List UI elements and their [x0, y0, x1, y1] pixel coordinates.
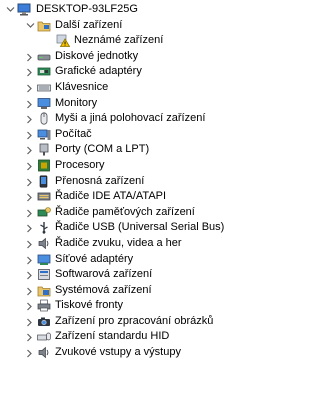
tree-item-label: Grafické adaptéry [55, 65, 142, 78]
printer-icon [37, 299, 51, 312]
tree-item-other-devices[interactable]: Další zařízení [0, 18, 289, 34]
tree-item-audio-io[interactable]: Zvukové vstupy a výstupy [0, 345, 289, 361]
chevron-right-icon[interactable] [25, 174, 35, 190]
tree-item-network-adapters[interactable]: Síťové adaptéry [0, 252, 289, 268]
tree-item-mice[interactable]: Myši a jiná polohovací zařízení [0, 111, 289, 127]
tree-item-label: Zvukové vstupy a výstupy [55, 346, 181, 359]
network-adapter-icon [37, 253, 51, 266]
tree-item-label: Porty (COM a LPT) [55, 143, 150, 156]
chevron-right-icon[interactable] [25, 64, 35, 80]
mouse-icon [37, 112, 51, 125]
tree-item-sound-controllers[interactable]: Řadiče zvuku, videa a her [0, 236, 289, 252]
chevron-right-icon[interactable] [25, 267, 35, 283]
chevron-right-icon[interactable] [25, 49, 35, 65]
tree-item-label: Zařízení standardu HID [55, 330, 170, 343]
tree-item-label: Řadiče USB (Universal Serial Bus) [55, 221, 225, 234]
tree-item-computer[interactable]: Počítač [0, 127, 289, 143]
storage-controller-icon [37, 206, 51, 219]
tree-item-portable-devices[interactable]: Přenosná zařízení [0, 174, 289, 190]
tree-item-label: Počítač [55, 127, 92, 140]
chevron-right-icon[interactable] [25, 329, 35, 345]
chevron-right-icon[interactable] [25, 220, 35, 236]
port-icon [37, 143, 51, 156]
tree-item-print-queues[interactable]: Tiskové fronty [0, 298, 289, 314]
computer-icon [37, 128, 51, 141]
tree-item-label: Řadiče zvuku, videa a her [55, 236, 182, 249]
tree-item-display-adapters[interactable]: Grafické adaptéry [0, 64, 289, 80]
tree-item-software-devices[interactable]: Softwarová zařízení [0, 267, 289, 283]
tree-item-label: Další zařízení [55, 18, 123, 31]
tree-root[interactable]: DESKTOP-93LF25G [0, 2, 289, 18]
chevron-right-icon[interactable] [25, 142, 35, 158]
tree-item-processors[interactable]: Procesory [0, 158, 289, 174]
tree-item-label: Systémová zařízení [55, 283, 152, 296]
tree-item-label: Řadiče paměťových zařízení [55, 205, 195, 218]
tree-item-label: Tiskové fronty [55, 299, 124, 312]
tree-item-label: Myši a jiná polohovací zařízení [55, 112, 206, 125]
tree-item-label: Procesory [55, 158, 105, 171]
tree-item-label: Softwarová zařízení [55, 268, 153, 281]
tree-item-ports[interactable]: Porty (COM a LPT) [0, 142, 289, 158]
chevron-right-icon[interactable] [25, 252, 35, 268]
device-tree: DESKTOP-93LF25G Další zařízení Neznámé z… [0, 0, 289, 361]
camera-icon [37, 315, 51, 328]
other-devices-icon [37, 19, 51, 32]
chevron-right-icon[interactable] [25, 298, 35, 314]
chevron-right-icon[interactable] [25, 80, 35, 96]
monitor-icon [37, 97, 51, 110]
tree-item-disk-drives[interactable]: Diskové jednotky [0, 49, 289, 65]
tree-item-monitors[interactable]: Monitory [0, 96, 289, 112]
tree-item-ide-controllers[interactable]: Řadiče IDE ATA/ATAPI [0, 189, 289, 205]
tree-item-label: Síťové adaptéry [55, 252, 134, 265]
chevron-right-icon[interactable] [25, 205, 35, 221]
speaker-icon [37, 237, 51, 250]
tree-item-label: Diskové jednotky [55, 49, 139, 62]
usb-icon [37, 221, 51, 234]
tree-item-label: Řadiče IDE ATA/ATAPI [55, 190, 167, 203]
tree-item-label: Klávesnice [55, 80, 109, 93]
chevron-right-icon[interactable] [25, 127, 35, 143]
tree-item-label: Přenosná zařízení [55, 174, 145, 187]
chevron-right-icon[interactable] [25, 283, 35, 299]
chevron-right-icon[interactable] [25, 111, 35, 127]
chevron-right-icon[interactable] [25, 96, 35, 112]
tree-item-storage-controllers[interactable]: Řadiče paměťových zařízení [0, 205, 289, 221]
hid-icon [37, 330, 51, 343]
tree-item-label: Monitory [55, 96, 98, 109]
processor-icon [37, 159, 51, 172]
system-device-icon [37, 284, 51, 297]
disk-drive-icon [37, 50, 51, 63]
tree-item-unknown-device[interactable]: Neznámé zařízení [0, 33, 289, 49]
tree-item-label: Zařízení pro zpracování obrázků [55, 314, 214, 327]
chevron-right-icon[interactable] [25, 158, 35, 174]
tree-item-hid-devices[interactable]: Zařízení standardu HID [0, 329, 289, 345]
chevron-down-icon[interactable] [25, 18, 35, 34]
tree-item-label: Neznámé zařízení [74, 34, 164, 47]
tree-item-system-devices[interactable]: Systémová zařízení [0, 283, 289, 299]
tree-item-keyboards[interactable]: Klávesnice [0, 80, 289, 96]
chevron-down-icon[interactable] [5, 2, 15, 18]
computer-icon [17, 3, 31, 16]
tree-root-label: DESKTOP-93LF25G [36, 3, 138, 15]
ide-controller-icon [37, 190, 51, 203]
chevron-right-icon[interactable] [25, 314, 35, 330]
chevron-right-icon[interactable] [25, 236, 35, 252]
portable-device-icon [37, 175, 51, 188]
display-adapter-icon [37, 65, 51, 78]
unknown-device-warning-icon [56, 34, 70, 48]
tree-item-usb-controllers[interactable]: Řadiče USB (Universal Serial Bus) [0, 220, 289, 236]
chevron-right-icon[interactable] [25, 189, 35, 205]
audio-io-icon [37, 346, 51, 359]
tree-item-imaging-devices[interactable]: Zařízení pro zpracování obrázků [0, 314, 289, 330]
chevron-right-icon[interactable] [25, 345, 35, 361]
software-device-icon [37, 268, 51, 281]
keyboard-icon [37, 81, 51, 94]
